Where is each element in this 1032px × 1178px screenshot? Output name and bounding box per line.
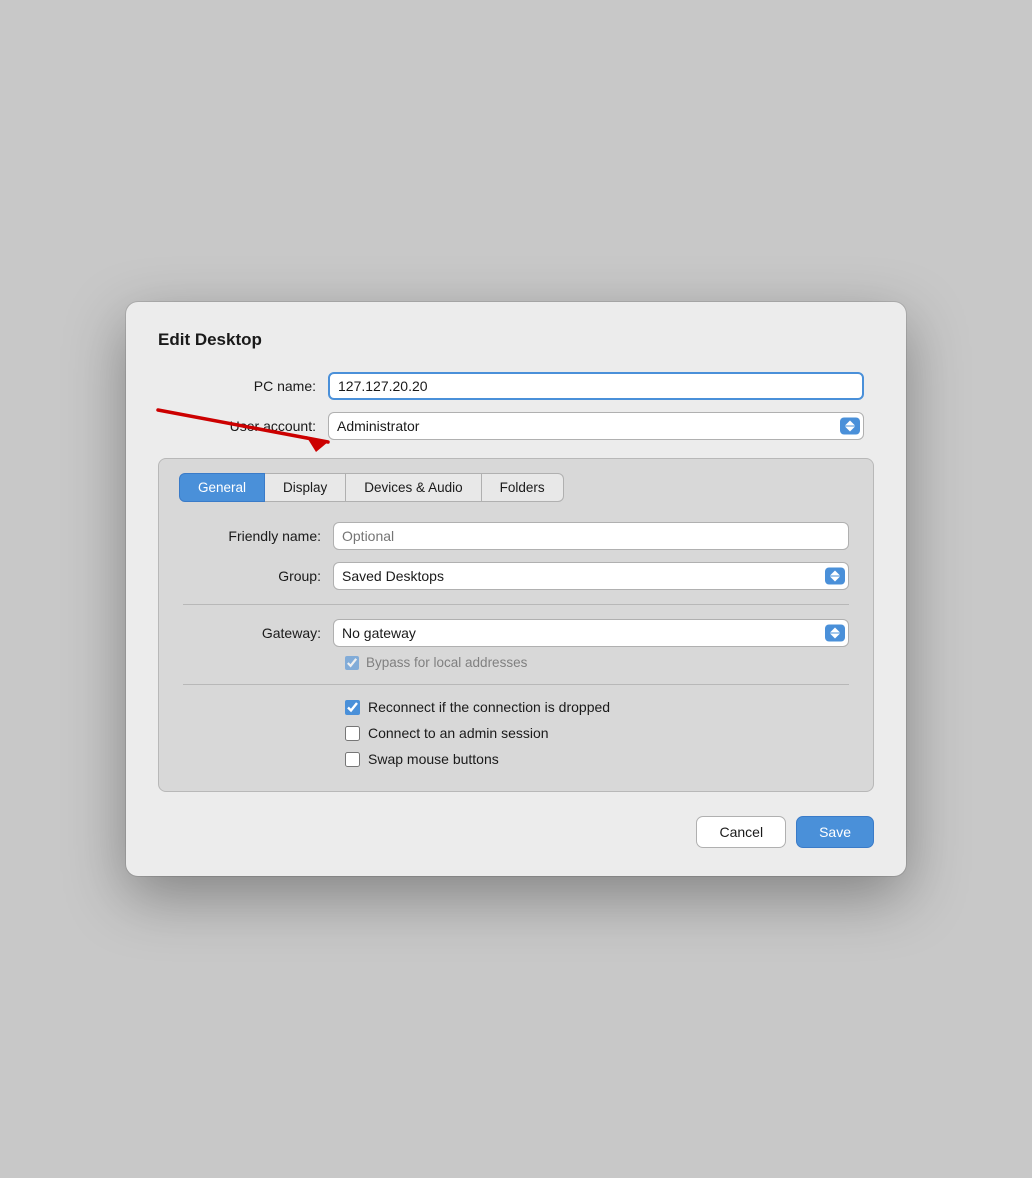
tabs-header: General Display Devices & Audio Folders <box>159 459 873 502</box>
tab-general[interactable]: General <box>179 473 265 502</box>
tab-devices-audio[interactable]: Devices & Audio <box>346 473 481 502</box>
tab-display[interactable]: Display <box>265 473 346 502</box>
pc-name-label: PC name: <box>168 378 328 394</box>
group-label: Group: <box>183 568 333 584</box>
cancel-button[interactable]: Cancel <box>696 816 786 848</box>
top-fields-section: PC name: User account: Administrator <box>158 372 874 440</box>
gateway-row: Gateway: No gateway <box>183 619 849 647</box>
divider-2 <box>183 684 849 685</box>
bypass-row: Bypass for local addresses <box>183 655 849 670</box>
dialog-title: Edit Desktop <box>158 330 874 350</box>
admin-session-checkbox[interactable] <box>345 726 360 741</box>
checkbox-group: Reconnect if the connection is dropped C… <box>183 699 849 767</box>
swap-mouse-checkbox[interactable] <box>345 752 360 767</box>
bypass-checkbox[interactable] <box>345 656 359 670</box>
gateway-select[interactable]: No gateway <box>333 619 849 647</box>
divider-1 <box>183 604 849 605</box>
pc-name-input[interactable] <box>328 372 864 400</box>
tab-folders[interactable]: Folders <box>482 473 564 502</box>
tabs-panel: General Display Devices & Audio Folders … <box>158 458 874 792</box>
user-account-row: User account: Administrator <box>168 412 864 440</box>
friendly-name-input[interactable] <box>333 522 849 550</box>
friendly-name-label: Friendly name: <box>183 528 333 544</box>
checkbox-row-swap: Swap mouse buttons <box>345 751 849 767</box>
gateway-select-wrapper: No gateway <box>333 619 849 647</box>
pc-name-row: PC name: <box>168 372 864 400</box>
dialog-footer: Cancel Save <box>158 812 874 848</box>
checkbox-row-reconnect: Reconnect if the connection is dropped <box>345 699 849 715</box>
reconnect-checkbox[interactable] <box>345 700 360 715</box>
user-account-select[interactable]: Administrator <box>328 412 864 440</box>
group-select-wrapper: Saved Desktops <box>333 562 849 590</box>
admin-session-label: Connect to an admin session <box>368 725 549 741</box>
group-row: Group: Saved Desktops <box>183 562 849 590</box>
edit-desktop-dialog: Edit Desktop PC name: User account: Admi… <box>126 302 906 876</box>
save-button[interactable]: Save <box>796 816 874 848</box>
reconnect-label: Reconnect if the connection is dropped <box>368 699 610 715</box>
swap-mouse-label: Swap mouse buttons <box>368 751 499 767</box>
user-account-label: User account: <box>168 418 328 434</box>
friendly-name-row: Friendly name: <box>183 522 849 550</box>
bypass-label: Bypass for local addresses <box>366 655 527 670</box>
gateway-label: Gateway: <box>183 625 333 641</box>
user-account-select-wrapper: Administrator <box>328 412 864 440</box>
group-select[interactable]: Saved Desktops <box>333 562 849 590</box>
tab-content-general: Friendly name: Group: Saved Desktops <box>159 522 873 767</box>
checkbox-row-admin: Connect to an admin session <box>345 725 849 741</box>
